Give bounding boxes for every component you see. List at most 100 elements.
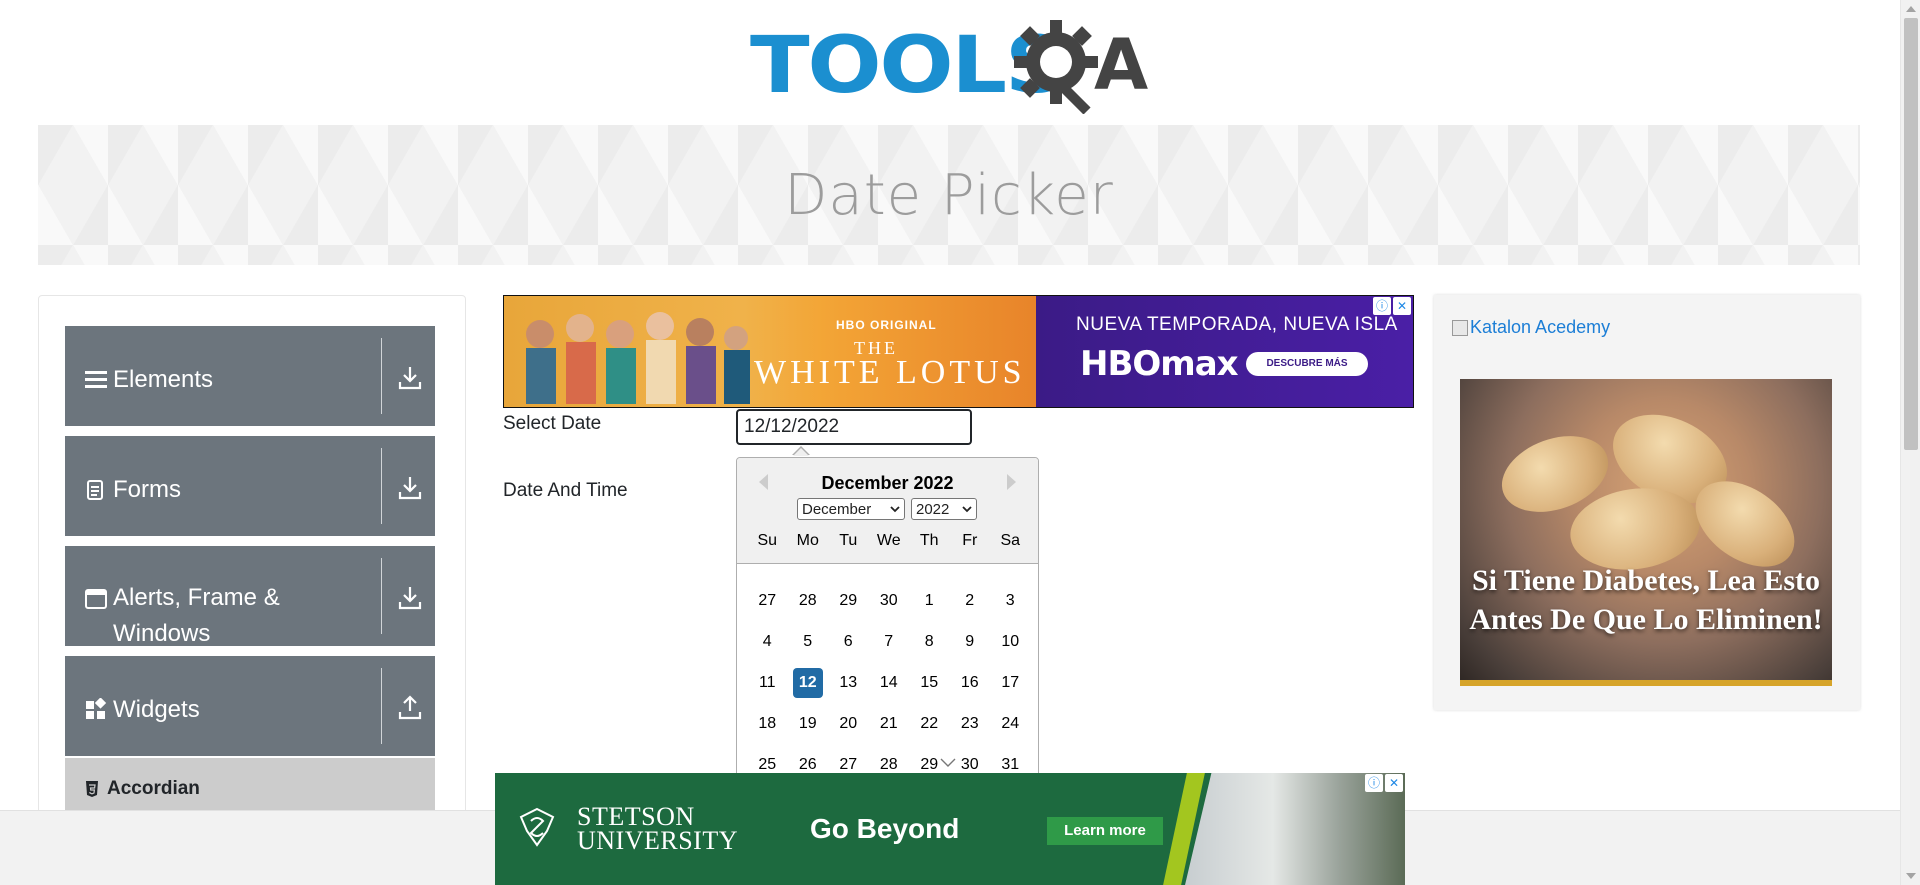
- day-cell[interactable]: 21: [869, 709, 910, 739]
- day-cell[interactable]: 20: [828, 709, 869, 739]
- day-cell[interactable]: 30: [869, 586, 910, 616]
- ad-slogan: Go Beyond: [810, 813, 960, 844]
- weekday-label: Th: [919, 532, 939, 549]
- day-cell[interactable]: 24: [990, 709, 1031, 739]
- download-icon[interactable]: [395, 364, 425, 392]
- sidebar-group-forms[interactable]: Forms: [65, 436, 435, 536]
- sidebar-group-elements[interactable]: Elements: [65, 326, 435, 426]
- year-select-value: 2022: [916, 500, 950, 518]
- day-cell[interactable]: 17: [990, 668, 1031, 698]
- day-cell[interactable]: 1: [909, 586, 950, 616]
- window-icon: [85, 589, 107, 609]
- day-cell[interactable]: 23: [950, 709, 991, 739]
- weekday-label: Fr: [962, 532, 978, 549]
- ad-diabetes[interactable]: Si Tiene Diabetes, Lea Esto Antes De Que…: [1460, 379, 1832, 686]
- weekday-label: Mo: [796, 532, 819, 549]
- datepicker-selects: December 2022: [797, 498, 977, 520]
- sidebar-item-accordian[interactable]: Accordian: [65, 758, 435, 818]
- day-cell[interactable]: 8: [909, 627, 950, 657]
- ad-hbo-original: HBO ORIGINAL: [836, 318, 937, 332]
- ad-brand: STETSON UNIVERSITY: [577, 804, 738, 855]
- day-cell[interactable]: 16: [950, 668, 991, 698]
- scroll-up-arrow-icon[interactable]: [1906, 6, 1916, 12]
- download-icon[interactable]: [395, 584, 425, 612]
- widgets-icon: [86, 698, 107, 719]
- day-cell[interactable]: 3: [990, 586, 1031, 616]
- sidebar-group-label: Alerts, Frame & Windows: [113, 584, 280, 647]
- weekday-label: Sa: [1000, 532, 1021, 549]
- day-cell[interactable]: 10: [990, 627, 1031, 657]
- divider: [381, 558, 382, 634]
- sidebar-item-label: Accordian: [107, 778, 200, 799]
- datepicker-popup: December 2022 December 2022 Su Mo Tu We …: [736, 457, 1039, 787]
- weekday-label: Su: [757, 532, 778, 549]
- next-month-button[interactable]: [1007, 474, 1016, 490]
- sidebar-group-label: Elements: [113, 366, 214, 393]
- scroll-down-arrow-icon[interactable]: [1906, 873, 1916, 879]
- ad-controls: ⓘ ✕: [1373, 297, 1411, 315]
- day-cell[interactable]: 9: [950, 627, 991, 657]
- page-title: Date Picker: [784, 162, 1114, 228]
- ad-tagline: NUEVA TEMPORADA, NUEVA ISLA: [1076, 314, 1398, 335]
- ad-title: WHITE LOTUS: [754, 354, 1026, 391]
- week-row: 18 19 20 21 22 23 24: [747, 703, 1031, 744]
- ad-banner-hbomax[interactable]: HBO ORIGINAL THE WHITE LOTUS NUEVA TEMPO…: [503, 295, 1414, 408]
- day-cell[interactable]: 5: [788, 627, 829, 657]
- ad-brand-line2: UNIVERSITY: [577, 826, 738, 855]
- day-cell[interactable]: 4: [747, 627, 788, 657]
- cast-photo: [526, 312, 750, 404]
- month-select[interactable]: December: [797, 498, 905, 520]
- katalon-academy-link[interactable]: Katalon Acedemy: [1452, 317, 1610, 338]
- ad-close-icon[interactable]: ✕: [1393, 297, 1411, 315]
- page: TOOLS A Date Picker Elements Forms Alert…: [0, 0, 1920, 885]
- sidebar-group-widgets[interactable]: Widgets: [65, 656, 435, 756]
- year-select[interactable]: 2022: [911, 498, 977, 520]
- chevron-down-icon: [962, 506, 972, 513]
- ad-stetson-university[interactable]: STETSON UNIVERSITY Go Beyond Learn more …: [495, 773, 1405, 885]
- ad-info-icon[interactable]: ⓘ: [1373, 297, 1391, 315]
- ad-brand: HBOmax: [1080, 344, 1239, 384]
- day-cell[interactable]: 6: [828, 627, 869, 657]
- week-row: 4 5 6 7 8 9 10: [747, 621, 1031, 662]
- day-cell[interactable]: 11: [747, 668, 788, 698]
- page-scrollbar[interactable]: [1900, 0, 1920, 885]
- scroll-thumb[interactable]: [1904, 18, 1918, 450]
- sidebar-group-alerts[interactable]: Alerts, Frame & Windows: [65, 546, 435, 647]
- sidebar-group-label: Forms: [113, 476, 181, 503]
- page-banner: Date Picker: [38, 125, 1860, 265]
- weekday-header: Su Mo Tu We Th Fr Sa: [747, 532, 1031, 550]
- day-cell[interactable]: 28: [788, 586, 829, 616]
- day-cell[interactable]: 29: [828, 586, 869, 616]
- stetson-logo-icon: [519, 807, 555, 847]
- ad-close-icon[interactable]: ✕: [1385, 774, 1403, 792]
- divider: [381, 668, 382, 744]
- hamburger-icon: [85, 371, 107, 388]
- sidebar-group-label: Widgets: [113, 696, 200, 723]
- day-cell[interactable]: 2: [950, 586, 991, 616]
- ad-controls: ⓘ ✕: [1365, 774, 1403, 792]
- select-date-input[interactable]: [736, 409, 972, 445]
- select-date-label: Select Date: [503, 413, 602, 434]
- ad-cta-button[interactable]: DESCUBRE MÁS: [1246, 352, 1368, 376]
- day-cell[interactable]: 15: [909, 668, 950, 698]
- day-cell[interactable]: 13: [828, 668, 869, 698]
- toolsqa-logo[interactable]: TOOLS A: [750, 18, 1148, 114]
- upload-icon[interactable]: [395, 694, 425, 722]
- ad-white-lotus: HBO ORIGINAL THE WHITE LOTUS: [504, 296, 1036, 407]
- week-row: 11 12 13 14 15 16 17: [747, 662, 1031, 703]
- day-cell[interactable]: 19: [788, 709, 829, 739]
- download-icon[interactable]: [395, 474, 425, 502]
- learn-more-button[interactable]: Learn more: [1047, 817, 1163, 845]
- selected-day-cell[interactable]: 12: [792, 667, 823, 698]
- weekday-label: Tu: [839, 532, 858, 549]
- ad-info-icon[interactable]: ⓘ: [1365, 774, 1383, 792]
- day-cell[interactable]: 18: [747, 709, 788, 739]
- day-cell[interactable]: 7: [869, 627, 910, 657]
- divider: [381, 448, 382, 524]
- day-cell[interactable]: 27: [747, 586, 788, 616]
- datepicker-header: December 2022 December 2022 Su Mo Tu We …: [737, 458, 1038, 564]
- date-time-label: Date And Time: [503, 480, 628, 501]
- day-cell[interactable]: 14: [869, 668, 910, 698]
- day-cell[interactable]: 22: [909, 709, 950, 739]
- ad-headline: Si Tiene Diabetes, Lea Esto Antes De Que…: [1469, 564, 1823, 636]
